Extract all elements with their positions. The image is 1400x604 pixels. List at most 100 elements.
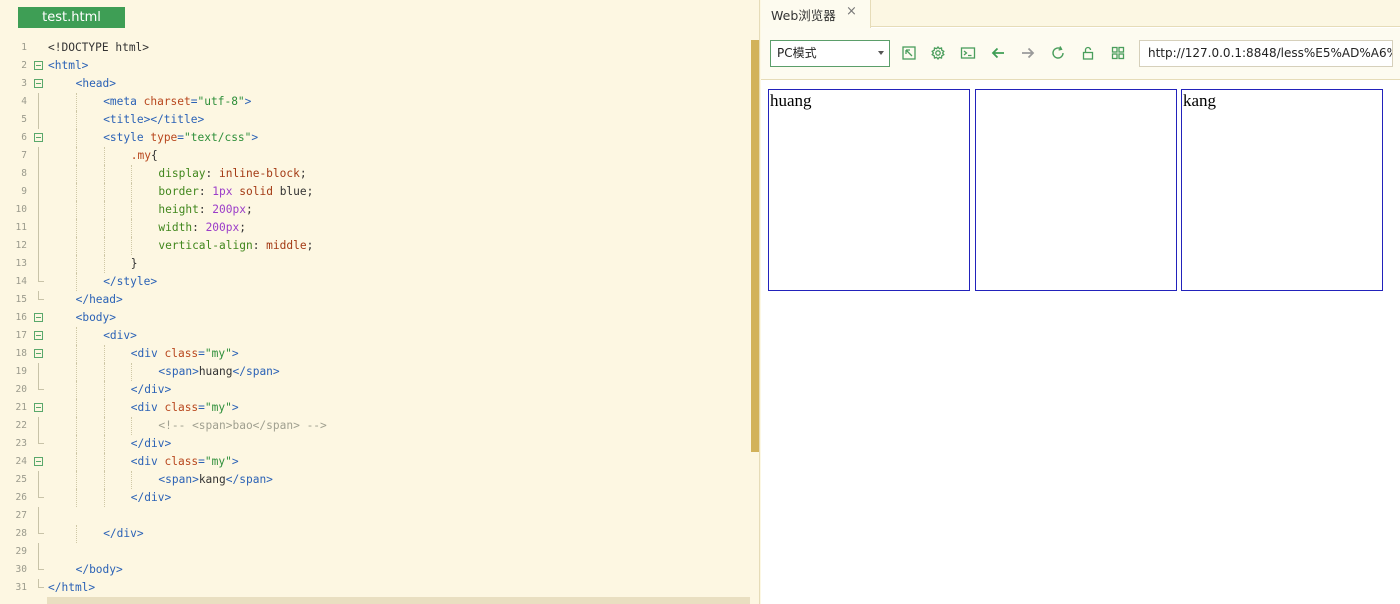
code-line[interactable]: 10 height: 200px; bbox=[0, 201, 750, 219]
url-text: http://127.0.0.1:8848/less%E5%AD%A6%E4%B… bbox=[1148, 46, 1392, 60]
code-line[interactable]: 25 <span>kang</span> bbox=[0, 471, 750, 489]
code-token: { bbox=[151, 149, 158, 162]
editor-vertical-scrollbar[interactable] bbox=[751, 40, 759, 452]
fold-guide bbox=[38, 507, 39, 525]
code-line[interactable]: 7 .my{ bbox=[0, 147, 750, 165]
code-line[interactable]: 27 bbox=[0, 507, 750, 525]
code-line[interactable]: 19 <span>huang</span> bbox=[0, 363, 750, 381]
line-number: 5 bbox=[21, 114, 27, 125]
code-token: vertical-align bbox=[158, 239, 253, 252]
indent-guide bbox=[131, 471, 133, 489]
code-token: = bbox=[190, 95, 198, 108]
code-line[interactable]: 14 </style> bbox=[0, 273, 750, 291]
back-arrow-icon[interactable] bbox=[990, 45, 1006, 61]
code-line[interactable]: 31 </html> bbox=[0, 579, 750, 597]
code-token: solid bbox=[239, 185, 273, 198]
code-line[interactable]: 5 <title></title> bbox=[0, 111, 750, 129]
code-line[interactable]: 13} bbox=[0, 255, 750, 273]
code-line[interactable]: 17 <div> bbox=[0, 327, 750, 345]
code-token: </style> bbox=[103, 275, 158, 288]
fold-toggle-icon[interactable] bbox=[34, 457, 43, 466]
indent-guide bbox=[76, 327, 77, 345]
code-text: <title></title> bbox=[103, 111, 204, 129]
code-token: <style bbox=[103, 131, 151, 144]
code-line[interactable]: 20 </div> bbox=[0, 381, 750, 399]
fold-toggle-icon[interactable] bbox=[34, 349, 43, 358]
line-number: 16 bbox=[15, 312, 27, 323]
close-icon[interactable]: × bbox=[846, 4, 857, 19]
editor-tab-test-html[interactable]: test.html bbox=[18, 7, 125, 28]
code-editor-pane[interactable]: test.html 1 <!DOCTYPE html> 2 <html> 3 <head>… bbox=[0, 0, 760, 604]
code-line[interactable]: 12 vertical-align: middle; bbox=[0, 237, 750, 255]
fold-toggle-icon[interactable] bbox=[34, 331, 43, 340]
browser-tab[interactable]: Web浏览器 × bbox=[761, 0, 871, 28]
fold-guide bbox=[38, 93, 39, 111]
code-line[interactable]: 26 </div> bbox=[0, 489, 750, 507]
url-input[interactable]: http://127.0.0.1:8848/less%E5%AD%A6%E4%B… bbox=[1139, 40, 1393, 67]
code-line[interactable]: 16 <body> bbox=[0, 309, 750, 327]
code-token: </body> bbox=[75, 563, 123, 576]
code-token: = bbox=[198, 347, 205, 360]
fold-toggle-icon[interactable] bbox=[34, 79, 43, 88]
view-mode-select[interactable]: PC模式 bbox=[770, 40, 890, 67]
code-token: = bbox=[198, 401, 205, 414]
code-text: display: inline-block; bbox=[158, 165, 306, 183]
code-text: <div class="my"> bbox=[131, 345, 239, 363]
code-line[interactable]: 23 </div> bbox=[0, 435, 750, 453]
code-area[interactable]: 1 <!DOCTYPE html> 2 <html> 3 <head> 4 <meta cha… bbox=[0, 39, 750, 597]
inline-block-box-3: kang bbox=[1181, 89, 1383, 291]
code-line[interactable]: 30 </body> bbox=[0, 561, 750, 579]
code-line[interactable]: 8 display: inline-block; bbox=[0, 165, 750, 183]
code-line[interactable]: 28 </div> bbox=[0, 525, 750, 543]
code-line[interactable]: 4 <meta charset="utf-8"> bbox=[0, 93, 750, 111]
box-text-huang: huang bbox=[770, 91, 812, 110]
code-token: </span> bbox=[232, 365, 280, 378]
browser-toolbar: PC模式 http://127.0.0.1:8848/less%E5%AD%A6 bbox=[761, 28, 1400, 80]
fold-toggle-icon[interactable] bbox=[34, 313, 43, 322]
code-line[interactable]: 22 <!-- <span>bao</span> --> bbox=[0, 417, 750, 435]
indent-guide bbox=[103, 345, 105, 363]
fold-toggle-icon[interactable] bbox=[34, 133, 43, 142]
code-line[interactable]: 9 border: 1px solid blue; bbox=[0, 183, 750, 201]
code-token: charset bbox=[143, 95, 191, 108]
fold-toggle-icon[interactable] bbox=[34, 61, 43, 70]
indent-guide bbox=[131, 237, 133, 255]
reload-icon[interactable] bbox=[1050, 45, 1066, 61]
indent-guide bbox=[131, 417, 133, 435]
code-line[interactable]: 2 <html> bbox=[0, 57, 750, 75]
code-text: <span>huang</span> bbox=[158, 363, 279, 381]
fold-end-guide bbox=[38, 273, 44, 282]
line-number: 3 bbox=[21, 78, 27, 89]
lock-icon[interactable] bbox=[1080, 45, 1096, 61]
code-line[interactable]: 18 <div class="my"> bbox=[0, 345, 750, 363]
indent-guide bbox=[131, 201, 133, 219]
indent-guide bbox=[103, 435, 105, 453]
code-line[interactable]: 11 width: 200px; bbox=[0, 219, 750, 237]
indent-guide bbox=[76, 525, 77, 543]
qr-grid-icon[interactable] bbox=[1110, 45, 1126, 61]
terminal-icon[interactable] bbox=[960, 45, 976, 61]
code-line[interactable]: 29 bbox=[0, 543, 750, 561]
code-token: </head> bbox=[75, 293, 123, 306]
indent-guide bbox=[103, 165, 105, 183]
open-external-icon[interactable] bbox=[901, 45, 917, 61]
browser-viewport[interactable]: huang kang bbox=[761, 81, 1400, 604]
fold-guide bbox=[38, 111, 39, 129]
fold-guide bbox=[38, 237, 39, 255]
code-token: ; bbox=[245, 203, 253, 216]
code-line[interactable]: 1 <!DOCTYPE html> bbox=[0, 39, 750, 57]
code-line[interactable]: 21 <div class="my"> bbox=[0, 399, 750, 417]
editor-horizontal-scrollbar[interactable] bbox=[47, 597, 750, 604]
code-text: border: 1px solid blue; bbox=[158, 183, 313, 201]
code-line[interactable]: 6 <style type="text/css"> bbox=[0, 129, 750, 147]
code-line[interactable]: 3 <head> bbox=[0, 75, 750, 93]
code-text: <!-- <span>bao</span> --> bbox=[158, 417, 326, 435]
code-line[interactable]: 24 <div class="my"> bbox=[0, 453, 750, 471]
code-line[interactable]: 15 </head> bbox=[0, 291, 750, 309]
fold-toggle-icon[interactable] bbox=[34, 403, 43, 412]
fold-guide bbox=[38, 363, 39, 381]
indent-guide bbox=[76, 165, 77, 183]
forward-arrow-icon[interactable] bbox=[1020, 45, 1036, 61]
settings-gear-icon[interactable] bbox=[930, 45, 946, 61]
line-number: 21 bbox=[15, 402, 27, 413]
